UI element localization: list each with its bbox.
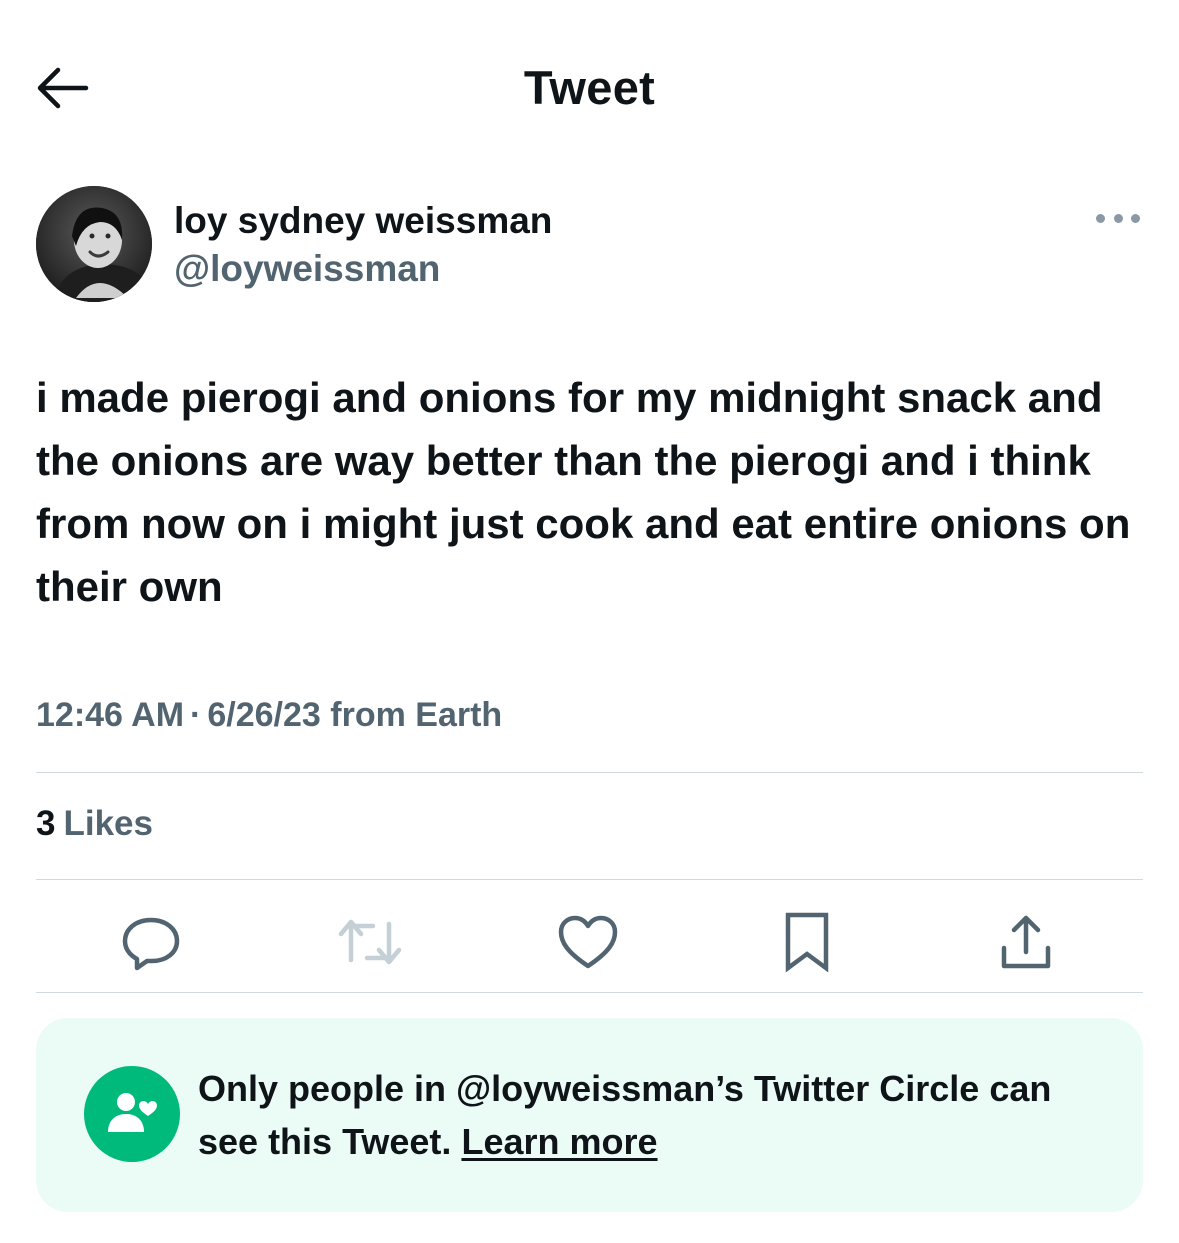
divider: [36, 992, 1143, 993]
twitter-circle-notice: Only people in @loyweissman’s Twitter Ci…: [36, 1018, 1143, 1212]
more-horizontal-icon: [1131, 213, 1140, 223]
divider: [36, 772, 1143, 773]
divider: [36, 879, 1143, 880]
bookmark-button[interactable]: [773, 908, 841, 976]
page-title: Tweet: [523, 61, 656, 114]
tweet-source: from Earth: [330, 696, 503, 734]
more-options-button[interactable]: [1096, 208, 1140, 228]
like-button[interactable]: [554, 908, 622, 976]
separator-dot: ·: [190, 696, 202, 734]
tweet-metadata: 12:46 AM · 6/26/23 from Earth: [36, 696, 502, 735]
learn-more-link[interactable]: Learn more: [461, 1121, 657, 1162]
tweet-time[interactable]: 12:46 AM: [36, 696, 184, 734]
tweet-author: loy sydney weissman @loyweissman: [36, 186, 1144, 304]
bookmark-icon: [785, 912, 829, 973]
circle-notice-text: Only people in @loyweissman’s Twitter Ci…: [198, 1062, 1118, 1168]
likes-stat[interactable]: 3 Likes: [36, 804, 153, 844]
share-icon: [1001, 915, 1051, 969]
retweet-icon: [338, 919, 402, 965]
likes-label: Likes: [63, 804, 153, 843]
heart-icon: [558, 915, 618, 969]
likes-count: 3: [36, 804, 56, 843]
reply-button[interactable]: [117, 908, 185, 976]
retweet-button[interactable]: [336, 908, 404, 976]
tweet-text: i made pierogi and onions for my midnigh…: [36, 374, 1131, 610]
top-bar: Tweet: [0, 0, 1179, 170]
avatar-photo: [36, 186, 152, 302]
user-handle[interactable]: @loyweissman: [174, 248, 440, 290]
more-horizontal-icon: [1113, 213, 1123, 223]
avatar[interactable]: [36, 186, 152, 302]
display-name[interactable]: loy sydney weissman: [174, 200, 552, 242]
tweet-date[interactable]: 6/26/23: [207, 696, 320, 734]
action-bar: [36, 900, 1143, 984]
more-horizontal-icon: [1096, 213, 1105, 223]
reply-icon: [122, 917, 180, 971]
share-button[interactable]: [992, 908, 1060, 976]
twitter-circle-icon: [84, 1066, 180, 1162]
